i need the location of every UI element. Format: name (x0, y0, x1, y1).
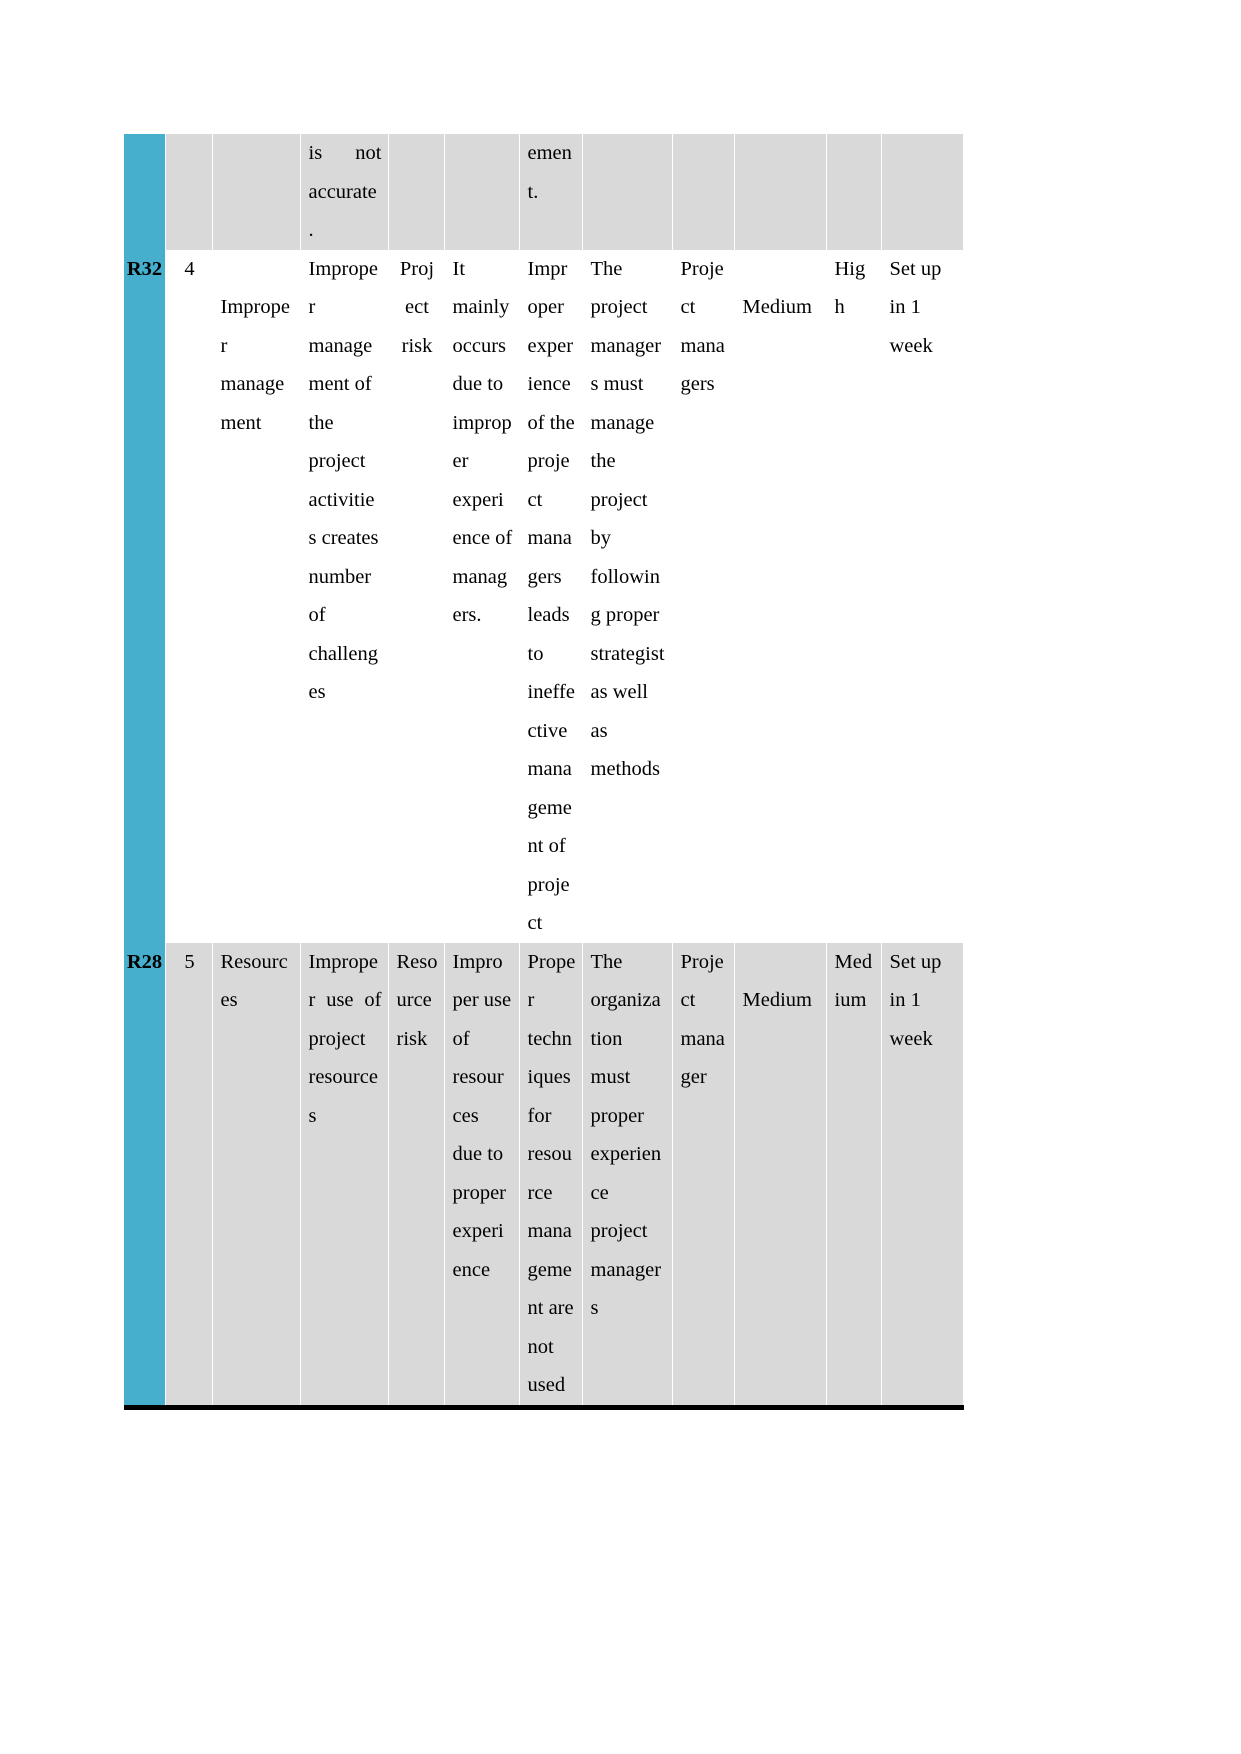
risk-owner-label: Project managers (680, 257, 725, 396)
risk-description-label: Improper management of the project activ… (308, 257, 379, 704)
risk-probability-label: Medium (742, 989, 812, 1011)
risk-owner-label: Project manager (680, 950, 725, 1089)
risk-mitigation-cell (581, 134, 673, 250)
risk-mitigation-cell: The organization must proper experience … (581, 942, 673, 1407)
risk-impact-label: High (834, 257, 866, 319)
risk-timeline-cell (881, 134, 964, 250)
risk-name-label: Improper management (220, 296, 290, 434)
risk-effect-label: Proper techniques for resource managemen… (527, 950, 576, 1397)
risk-cause-label: Improper use of resources due to proper … (452, 950, 512, 1281)
risk-effect-cell: ement. (519, 134, 583, 250)
risk-description-cell: Improper use of project resources (300, 942, 389, 1407)
risk-impact-cell (826, 134, 882, 250)
risk-impact-label: Medium (834, 950, 873, 1012)
risk-cause-cell (444, 134, 520, 250)
risk-no-cell: 5 (165, 942, 213, 1407)
risk-type-cell: Resource risk (388, 942, 445, 1407)
risk-id-label: R32 (126, 257, 163, 280)
risk-cause-label: It mainly occurs due to improper experie… (452, 257, 513, 627)
risk-timeline-cell: Set up in 1 week (881, 249, 964, 943)
table-row: R32 4 Improper management Improper manag… (124, 249, 964, 943)
risk-type-cell (388, 134, 445, 250)
risk-effect-label: ement. (527, 142, 572, 203)
risk-description-label: Improper use of project resources (308, 950, 382, 1127)
risk-no-cell: 4 (165, 249, 213, 943)
risk-mitigation-cell: The project managers must manage the pro… (581, 249, 673, 943)
document-page: is not accurate. ement. R32 4 Improper m… (0, 0, 1241, 1754)
risk-type-label: Project risk (399, 257, 435, 357)
risk-name-cell: Resources (211, 942, 301, 1407)
risk-effect-cell: Proper techniques for resource managemen… (519, 942, 583, 1407)
risk-type-cell: Project risk (388, 249, 445, 943)
risk-timeline-label: Set up in 1 week (889, 257, 942, 357)
risk-probability-cell: Medium (734, 942, 827, 1407)
risk-mitigation-label: The project managers must manage the pro… (590, 257, 665, 781)
risk-id-cell: R32 (124, 249, 166, 943)
risk-probability-label: Medium (742, 296, 812, 318)
risk-probability-cell (734, 134, 827, 250)
risk-mitigation-label: The organization must proper experience … (590, 950, 662, 1320)
risk-id-label: R28 (126, 950, 163, 973)
risk-timeline-cell: Set up in 1 week (881, 942, 964, 1407)
risk-effect-cell: Improper experience of the project manag… (519, 249, 583, 943)
risk-effect-label: Improper experience of the project manag… (527, 257, 575, 935)
risk-no-label: 4 (184, 257, 195, 280)
risk-no-cell (165, 134, 213, 250)
risk-impact-cell: Medium (826, 942, 882, 1407)
risk-id-cell: R28 (124, 942, 166, 1407)
risk-impact-cell: High (826, 249, 882, 943)
risk-name-cell: Improper management (211, 249, 301, 943)
risk-cause-cell: Improper use of resources due to proper … (444, 942, 520, 1407)
risk-description-cell: Improper management of the project activ… (300, 249, 389, 943)
risk-type-label: Resource risk (396, 950, 438, 1050)
risk-description-label: is not accurate. (308, 142, 382, 241)
risk-owner-cell (672, 134, 735, 250)
risk-cause-cell: It mainly occurs due to improper experie… (444, 249, 520, 943)
risk-register-table: is not accurate. ement. R32 4 Improper m… (124, 134, 964, 1410)
risk-owner-cell: Project managers (672, 249, 735, 943)
risk-owner-cell: Project manager (672, 942, 735, 1407)
risk-no-label: 5 (184, 950, 195, 973)
risk-description-cell: is not accurate. (300, 134, 389, 250)
risk-probability-cell: Medium (734, 249, 827, 943)
risk-timeline-label: Set up in 1 week (889, 950, 942, 1050)
table-row: is not accurate. ement. (124, 134, 964, 250)
risk-id-cell (124, 134, 166, 250)
risk-name-label: Resources (220, 950, 288, 1012)
risk-name-cell (211, 134, 301, 250)
table-row: R28 5 Resources Improper use of project … (124, 942, 964, 1407)
